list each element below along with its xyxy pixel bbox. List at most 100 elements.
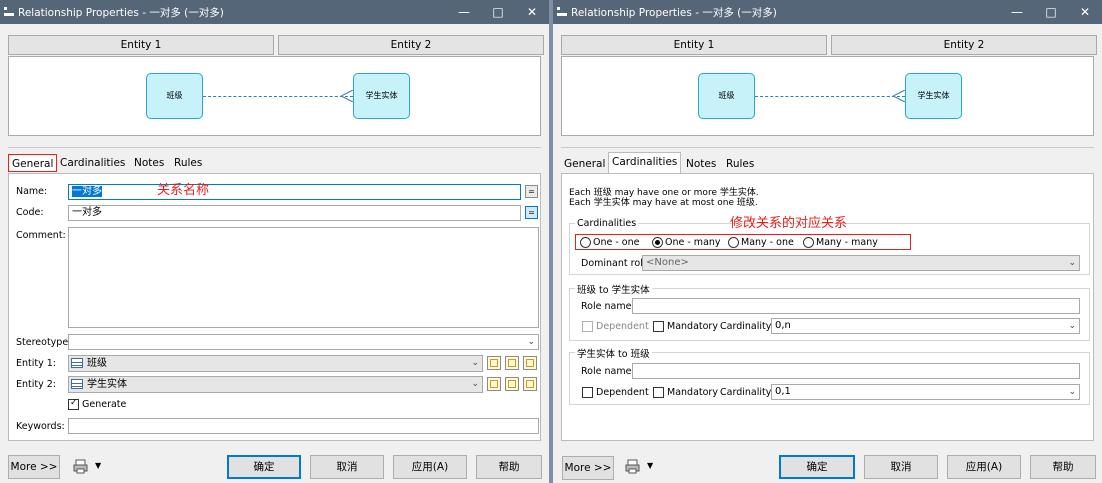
radio-many-one-label: Many - one bbox=[741, 237, 794, 248]
minimize-icon[interactable]: — bbox=[1000, 0, 1034, 24]
apply-button[interactable]: 应用(A) bbox=[393, 455, 467, 479]
entity1-select[interactable]: 班级 ⌄ bbox=[68, 355, 483, 372]
ok-button[interactable]: 确定 bbox=[779, 455, 855, 479]
entity2-select[interactable]: 学生实体 ⌄ bbox=[68, 376, 483, 393]
tab-notes[interactable]: Notes bbox=[131, 154, 167, 172]
comment-textarea[interactable] bbox=[68, 227, 539, 328]
code-eq-button[interactable]: = bbox=[525, 206, 538, 219]
general-panel: Name: 一对多 关系名称 = Code: 一对多 = Comment: St… bbox=[8, 173, 541, 441]
entity-box-2: 学生实体 bbox=[353, 73, 410, 119]
role2-mandatory-checkbox[interactable] bbox=[653, 387, 664, 398]
code-label: Code: bbox=[16, 207, 44, 218]
tab-rules[interactable]: Rules bbox=[723, 155, 757, 173]
dominant-role-select[interactable]: <None> ⌄ bbox=[642, 255, 1080, 271]
relationship-preview: 班级 学生实体 bbox=[561, 56, 1094, 136]
tab-notes[interactable]: Notes bbox=[683, 155, 719, 173]
radio-many-many-label: Many - many bbox=[816, 237, 878, 248]
chevron-down-icon: ⌄ bbox=[471, 379, 479, 389]
keywords-label: Keywords: bbox=[16, 421, 65, 432]
tab-general[interactable]: General bbox=[561, 155, 608, 173]
role2-dependent-label: Dependent bbox=[596, 387, 649, 398]
help-button[interactable]: 帮助 bbox=[1030, 455, 1096, 479]
help-button[interactable]: 帮助 bbox=[476, 455, 542, 479]
chevron-down-icon[interactable]: ▼ bbox=[647, 461, 653, 470]
close-icon[interactable]: ✕ bbox=[1068, 0, 1102, 24]
generate-checkbox[interactable]: ✓ bbox=[68, 398, 79, 410]
role2-cardinality-select[interactable]: 0,1 ⌄ bbox=[771, 384, 1080, 400]
minimize-icon[interactable]: — bbox=[447, 0, 481, 24]
entity-tabs: Entity 1 Entity 2 bbox=[561, 35, 1097, 55]
role1-mandatory-label: Mandatory bbox=[667, 321, 718, 332]
properties-icon[interactable] bbox=[523, 377, 537, 391]
cancel-button[interactable]: 取消 bbox=[310, 455, 384, 479]
close-icon[interactable]: ✕ bbox=[515, 0, 549, 24]
cardinality-annotation: 修改关系的对应关系 bbox=[730, 216, 848, 231]
properties-icon[interactable] bbox=[523, 356, 537, 370]
cardinalities-group-title: Cardinalities bbox=[575, 218, 639, 229]
tab-rules[interactable]: Rules bbox=[171, 154, 205, 172]
generate-label: Generate bbox=[82, 399, 127, 410]
divider bbox=[561, 147, 1094, 148]
create-icon[interactable] bbox=[487, 377, 501, 391]
create-icon[interactable] bbox=[487, 356, 501, 370]
title-bar: Relationship Properties - 一对多 (一对多) — □ … bbox=[0, 0, 549, 24]
tab-entity-1[interactable]: Entity 1 bbox=[8, 35, 274, 55]
name-label: Name: bbox=[16, 186, 48, 197]
left-dialog: Relationship Properties - 一对多 (一对多) — □ … bbox=[0, 0, 549, 483]
name-eq-button[interactable]: = bbox=[525, 185, 538, 198]
role1-dependent-checkbox[interactable] bbox=[582, 321, 593, 332]
entity-box-1: 班级 bbox=[698, 73, 755, 119]
role2-name-label: Role name: bbox=[581, 366, 635, 377]
browse-icon[interactable] bbox=[505, 377, 519, 391]
role2-name-input[interactable] bbox=[632, 363, 1080, 379]
apply-button[interactable]: 应用(A) bbox=[947, 455, 1021, 479]
comment-label: Comment: bbox=[16, 230, 66, 241]
tab-entity-2[interactable]: Entity 2 bbox=[831, 35, 1097, 55]
radio-one-one[interactable] bbox=[580, 237, 591, 248]
tab-entity-2[interactable]: Entity 2 bbox=[278, 35, 544, 55]
role1-mandatory-checkbox[interactable] bbox=[653, 321, 664, 332]
radio-many-many[interactable] bbox=[803, 237, 814, 248]
browse-icon[interactable] bbox=[505, 356, 519, 370]
role2-dependent-checkbox[interactable] bbox=[582, 387, 593, 398]
entity2-label: Entity 2: bbox=[16, 379, 56, 390]
chevron-down-icon: ⌄ bbox=[1068, 321, 1076, 331]
keywords-input[interactable] bbox=[68, 418, 539, 434]
cancel-button[interactable]: 取消 bbox=[864, 455, 938, 479]
table-icon bbox=[71, 358, 83, 368]
tab-cardinalities[interactable]: Cardinalities bbox=[608, 152, 682, 173]
maximize-icon[interactable]: □ bbox=[1034, 0, 1068, 24]
entity1-label: Entity 1: bbox=[16, 358, 56, 369]
printer-icon[interactable] bbox=[625, 459, 641, 474]
role1-cardinality-label: Cardinality: bbox=[720, 321, 774, 332]
tab-entity-1[interactable]: Entity 1 bbox=[561, 35, 827, 55]
right-dialog: Relationship Properties - 一对多 (一对多) — □ … bbox=[553, 0, 1102, 483]
name-input[interactable]: 一对多 bbox=[68, 184, 521, 200]
title-bar: Relationship Properties - 一对多 (一对多) — □ … bbox=[553, 0, 1102, 24]
entity-box-1: 班级 bbox=[146, 73, 203, 119]
tab-cardinalities[interactable]: Cardinalities bbox=[57, 154, 128, 172]
chevron-down-icon[interactable]: ▼ bbox=[95, 461, 101, 470]
maximize-icon[interactable]: □ bbox=[481, 0, 515, 24]
chevron-down-icon: ⌄ bbox=[471, 358, 479, 368]
radio-one-many-label: One - many bbox=[665, 237, 721, 248]
window-icon bbox=[4, 7, 14, 17]
printer-icon[interactable] bbox=[73, 459, 89, 474]
role1-name-label: Role name: bbox=[581, 301, 635, 312]
radio-many-one[interactable] bbox=[728, 237, 739, 248]
role1-cardinality-select[interactable]: 0,n ⌄ bbox=[771, 318, 1080, 334]
more-button[interactable]: More >> bbox=[562, 456, 614, 480]
stereotype-select[interactable]: ⌄ bbox=[68, 334, 539, 350]
tab-general[interactable]: General bbox=[8, 154, 58, 172]
role1-name-input[interactable] bbox=[632, 298, 1080, 314]
description-line-2: Each 学生实体 may have at most one 班级. bbox=[569, 198, 758, 208]
ok-button[interactable]: 确定 bbox=[227, 455, 301, 479]
table-icon bbox=[71, 379, 83, 389]
entity2-value: 学生实体 bbox=[87, 379, 127, 390]
radio-one-many[interactable] bbox=[652, 237, 663, 248]
role1-cardinality-value: 0,n bbox=[775, 320, 791, 331]
code-input[interactable]: 一对多 bbox=[68, 205, 521, 221]
chevron-down-icon: ⌄ bbox=[527, 337, 535, 347]
name-annotation: 关系名称 bbox=[157, 183, 210, 198]
more-button[interactable]: More >> bbox=[8, 455, 60, 479]
